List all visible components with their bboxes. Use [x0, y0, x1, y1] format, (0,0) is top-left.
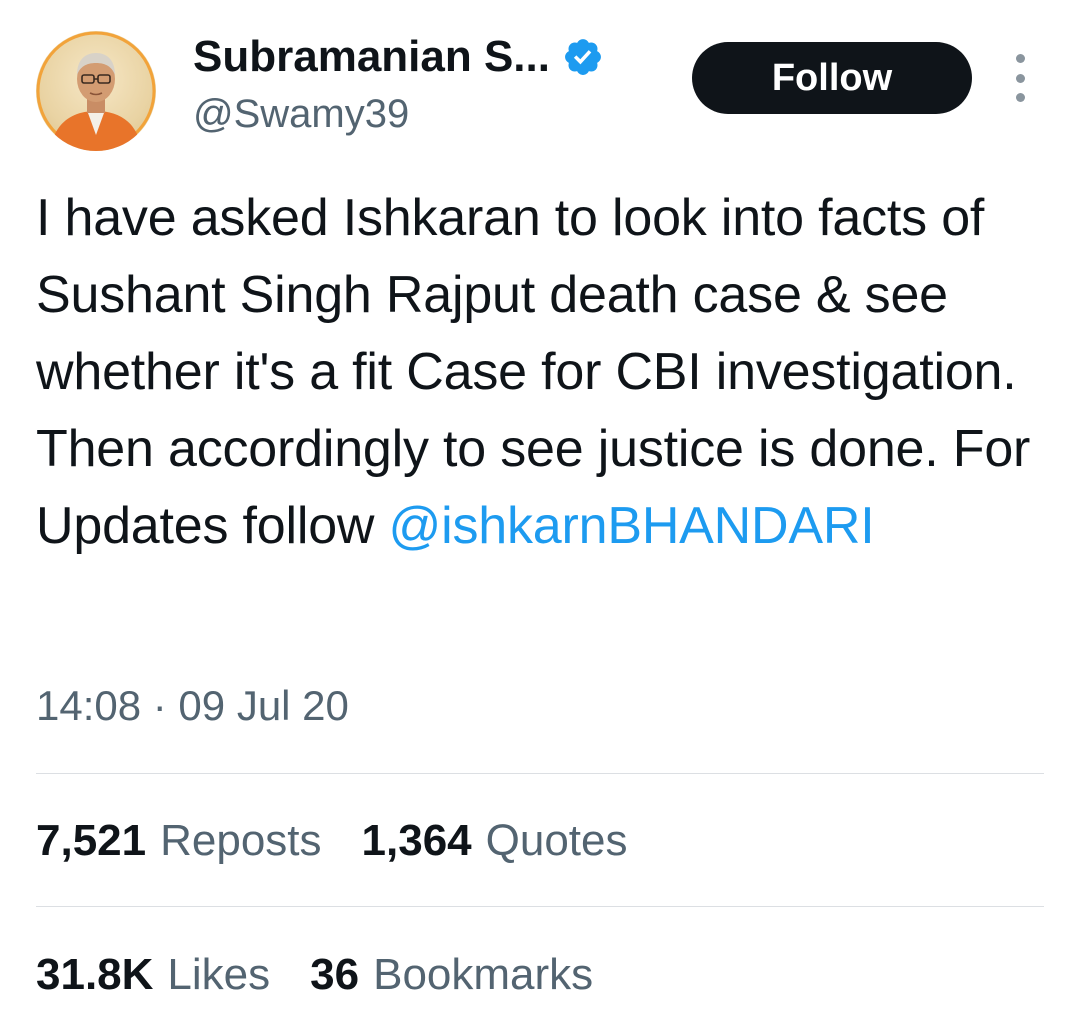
likes-stat[interactable]: 31.8K Likes [36, 950, 270, 1000]
reposts-label: Reposts [160, 816, 322, 865]
verified-badge-icon[interactable] [562, 36, 604, 78]
reposts-stat[interactable]: 7,521 Reposts [36, 816, 322, 866]
more-dot [1015, 73, 1025, 83]
author-display-name[interactable]: Subramanian S... [193, 32, 550, 82]
likes-label: Likes [167, 950, 271, 999]
quotes-label: Quotes [485, 816, 628, 865]
engagement-row-reactions: 31.8K Likes 36 Bookmarks [36, 950, 633, 1000]
author-name-row[interactable]: Subramanian S... [193, 32, 604, 82]
more-vertical-icon[interactable] [1004, 54, 1036, 102]
tweet-detail: Subramanian S... @Swamy39 Follow I have … [0, 0, 1080, 1024]
tweet-text: I have asked Ishkaran to look into facts… [36, 180, 1046, 565]
divider [36, 773, 1044, 774]
engagement-row-shares: 7,521 Reposts 1,364 Quotes [36, 816, 668, 866]
avatar-photo [36, 31, 156, 151]
quotes-stat[interactable]: 1,364 Quotes [362, 816, 628, 866]
tweet-timestamp[interactable]: 14:08 · 09 Jul 20 [36, 682, 349, 730]
mention-link[interactable]: @ishkarnBHANDARI [389, 497, 875, 555]
bookmarks-count: 36 [310, 950, 360, 999]
more-dot [1015, 93, 1025, 102]
more-dot [1015, 54, 1025, 63]
author-handle[interactable]: @Swamy39 [193, 92, 409, 137]
bookmarks-label: Bookmarks [373, 950, 594, 999]
likes-count: 31.8K [36, 950, 154, 999]
reposts-count: 7,521 [36, 816, 147, 865]
follow-button[interactable]: Follow [692, 42, 972, 114]
divider [36, 906, 1044, 907]
avatar[interactable] [36, 31, 156, 151]
bookmarks-stat[interactable]: 36 Bookmarks [310, 950, 593, 1000]
quotes-count: 1,364 [361, 816, 472, 865]
